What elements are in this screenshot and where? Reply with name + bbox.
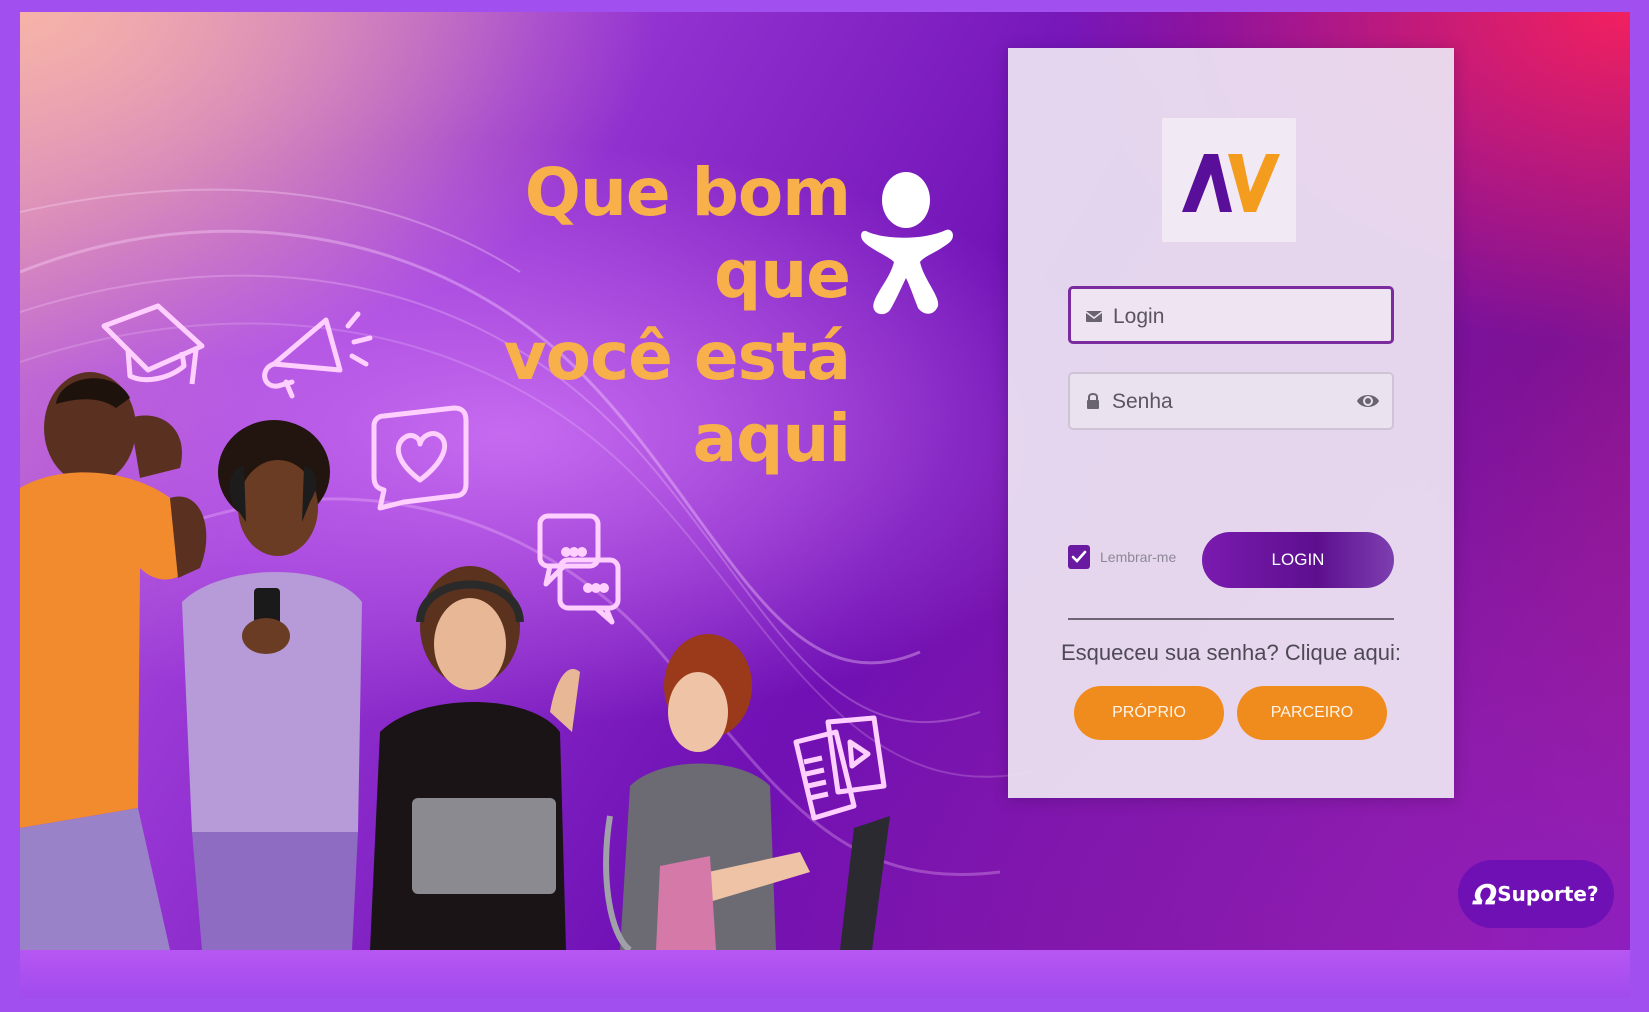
bottom-band xyxy=(20,950,1630,998)
support-label: Suporte? xyxy=(1497,882,1599,906)
proprio-button[interactable]: PRÓPRIO xyxy=(1074,686,1224,740)
login-field[interactable] xyxy=(1068,286,1394,344)
megaphone-icon xyxy=(256,308,376,399)
remember-me-checkbox[interactable] xyxy=(1068,545,1090,569)
heart-chat-icon xyxy=(370,405,470,511)
login-button[interactable]: LOGIN xyxy=(1202,532,1394,588)
check-icon xyxy=(1071,550,1087,563)
mascot-figure-icon xyxy=(861,172,953,315)
login-page-background: Que bom que você está aqui Login Lembrar… xyxy=(20,12,1630,950)
envelope-icon xyxy=(1085,311,1103,322)
password-input[interactable] xyxy=(1110,382,1354,422)
support-button[interactable]: Ω Suporte? xyxy=(1458,860,1614,928)
brand-logo xyxy=(1162,118,1296,242)
remember-me[interactable]: Lembrar-me xyxy=(1068,545,1176,569)
login-card: Lembrar-me LOGIN Esqueceu sua senha? Cli… xyxy=(1008,48,1454,798)
eye-icon[interactable] xyxy=(1356,390,1380,412)
parceiro-button[interactable]: PARCEIRO xyxy=(1237,686,1387,740)
login-input[interactable] xyxy=(1111,297,1355,337)
person-purple-sweater xyxy=(162,412,372,950)
lock-icon xyxy=(1087,393,1099,409)
chat-bubble-icon: Ω xyxy=(1473,877,1498,911)
password-field[interactable] xyxy=(1068,372,1394,430)
remember-me-label: Lembrar-me xyxy=(1100,549,1177,565)
person-wheelchair-laptop xyxy=(600,616,900,950)
forgot-password-text: Esqueceu sua senha? Clique aqui: xyxy=(1060,640,1402,665)
divider xyxy=(1068,618,1394,620)
headline-line-1: Que bom que xyxy=(524,154,851,313)
person-black-shirt-laptop xyxy=(360,562,590,950)
